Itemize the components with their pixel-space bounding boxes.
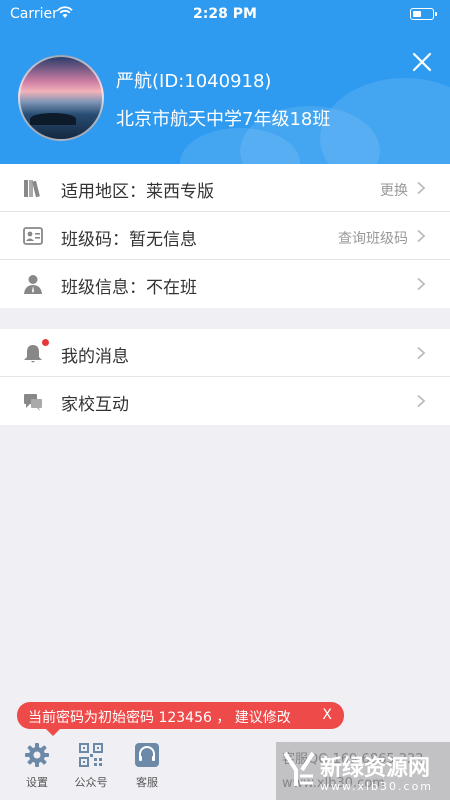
headset-icon: [135, 743, 159, 767]
watermark-logo-icon: [283, 751, 315, 786]
class-info-label: 班级信息：不在班: [61, 278, 197, 298]
tab-settings[interactable]: 设置: [17, 736, 57, 790]
default-password-toast[interactable]: 当前密码为初始密码 123456 ， 建议修改 X: [17, 702, 344, 736]
unread-badge: [42, 339, 49, 346]
person-icon: [24, 275, 42, 294]
qr-code-icon: [79, 743, 103, 767]
books-icon: [24, 180, 40, 198]
toast-message: 当前密码为初始密码 123456 ， 建议修改: [28, 710, 291, 726]
toast-tail: [46, 729, 60, 736]
tab-official-account[interactable]: 公众号: [71, 736, 111, 790]
class-info-row[interactable]: 班级信息：不在班: [0, 260, 450, 308]
class-code-label: 班级码：暂无信息: [61, 230, 197, 250]
region-label: 适用地区：莱西专版: [61, 182, 214, 202]
status-bar: Carrier 2:28 PM: [0, 0, 450, 28]
chevron-right-icon: [417, 394, 426, 408]
close-icon[interactable]: [410, 50, 434, 74]
bottom-toolbar: 设置 公众号 客服: [0, 736, 270, 800]
tab-settings-label: 设置: [26, 776, 48, 789]
home-school-row[interactable]: 家校互动: [0, 377, 450, 425]
chevron-right-icon: [417, 277, 426, 291]
chevron-right-icon: [417, 346, 426, 360]
tab-official-account-label: 公众号: [74, 776, 108, 789]
gear-icon: [25, 743, 49, 767]
chevron-right-icon: [417, 229, 426, 243]
user-school-class: 北京市航天中学7年级18班: [116, 109, 331, 130]
tab-customer-service[interactable]: 客服: [127, 736, 167, 790]
watermark-url: www.xlb30.com: [320, 780, 434, 793]
profile-header: 严航(ID:1040918) 北京市航天中学7年级18班: [0, 28, 450, 164]
class-code-row[interactable]: 班级码：暂无信息 查询班级码: [0, 212, 450, 260]
chevron-right-icon: [417, 181, 426, 195]
toast-close-button[interactable]: X: [322, 707, 332, 723]
user-name-id: 严航(ID:1040918): [116, 71, 272, 92]
avatar-rock: [30, 113, 76, 125]
bell-icon: [24, 345, 42, 363]
chat-icon: [24, 394, 42, 411]
my-messages-label: 我的消息: [61, 347, 129, 367]
watermark-overlay: 客服QQ 169 6865 222 www.xlb30.com 新绿资源网 ww…: [276, 742, 450, 800]
info-section: 适用地区：莱西专版 更换 班级码：暂无信息 查询班级码 班级信息：不在班: [0, 164, 450, 308]
status-time: 2:28 PM: [193, 6, 257, 22]
cloud-decoration: [320, 78, 450, 164]
tab-customer-service-label: 客服: [136, 776, 158, 789]
class-code-icon: [23, 227, 43, 245]
my-messages-row[interactable]: 我的消息: [0, 329, 450, 377]
messages-section: 我的消息 家校互动: [0, 329, 450, 425]
home-school-label: 家校互动: [61, 395, 129, 415]
region-row[interactable]: 适用地区：莱西专版 更换: [0, 164, 450, 212]
query-class-code-action[interactable]: 查询班级码: [338, 228, 408, 248]
change-region-action[interactable]: 更换: [380, 180, 408, 200]
battery-icon: [410, 8, 437, 20]
avatar[interactable]: [18, 55, 104, 141]
watermark-title: 新绿资源网: [320, 756, 431, 781]
